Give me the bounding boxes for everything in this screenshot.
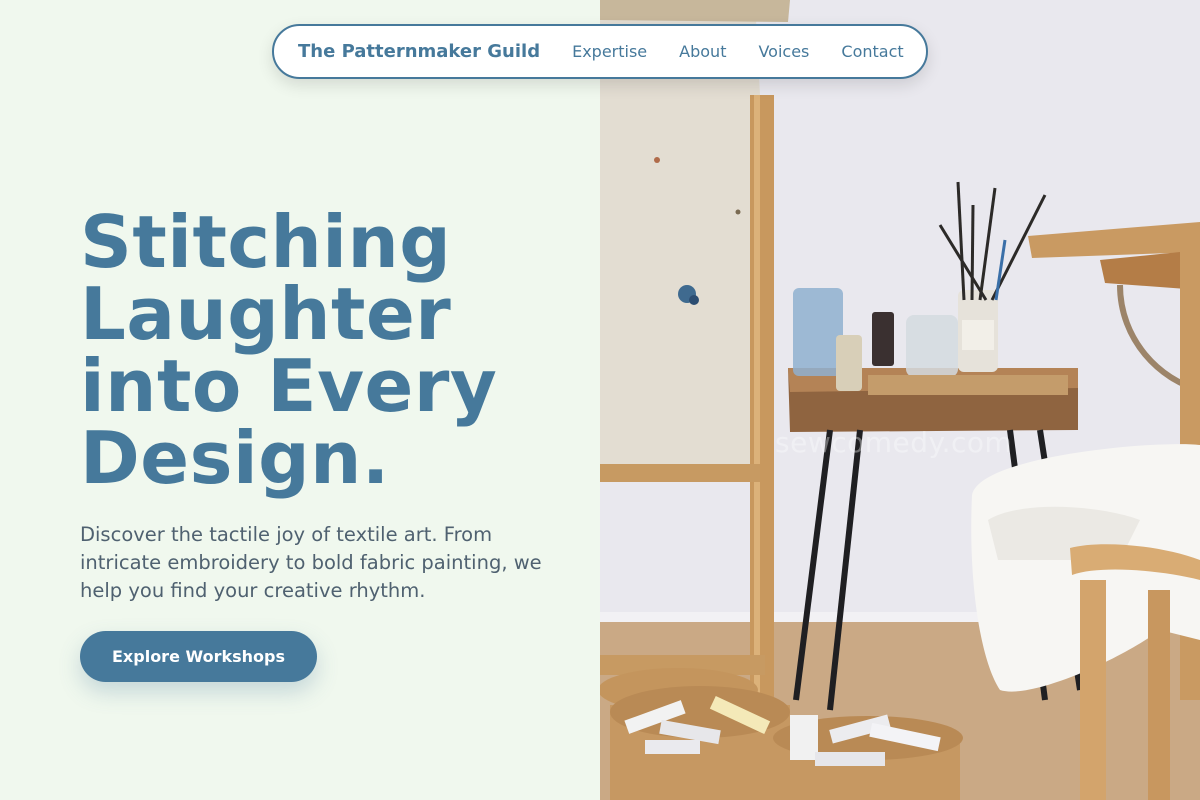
- explore-workshops-button[interactable]: Explore Workshops: [80, 631, 317, 682]
- photo-watermark: sewcomedy.com: [775, 426, 1013, 459]
- top-nav: The Patternmaker Guild Expertise About V…: [272, 24, 928, 79]
- headline-line: Stitching: [80, 200, 452, 284]
- headline-line: Design.: [80, 416, 390, 500]
- nav-link-contact[interactable]: Contact: [841, 42, 903, 61]
- hero-headline: Stitching Laughter into Every Design.: [80, 206, 580, 494]
- hero-intro: Discover the tactile joy of textile art.…: [80, 523, 542, 602]
- page: Stitching Laughter into Every Design. Di…: [0, 0, 1200, 800]
- headline-line: into Every: [80, 344, 498, 428]
- nav-link-voices[interactable]: Voices: [758, 42, 809, 61]
- nav-link-expertise[interactable]: Expertise: [572, 42, 647, 61]
- hero-text-panel: Stitching Laughter into Every Design. Di…: [0, 0, 600, 800]
- brand-link[interactable]: The Patternmaker Guild: [298, 41, 540, 62]
- studio-photo-illustration: [600, 0, 1200, 800]
- nav-link-about[interactable]: About: [679, 42, 726, 61]
- headline-line: Laughter: [80, 272, 452, 356]
- hero-photo: [600, 0, 1200, 800]
